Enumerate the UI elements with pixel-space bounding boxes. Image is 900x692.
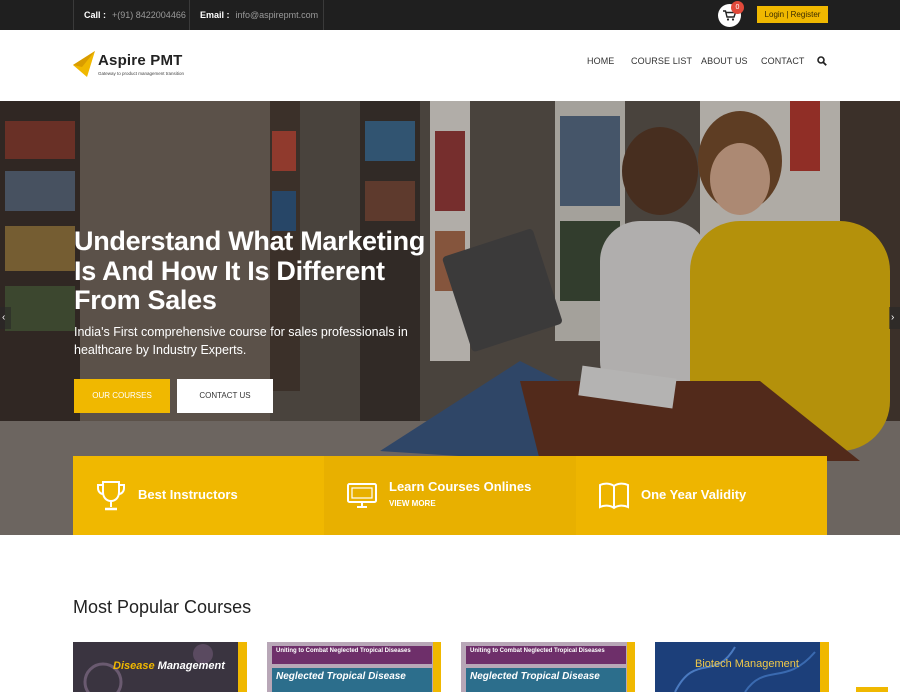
card-accent [820,642,829,692]
nav-home[interactable]: HOME [587,56,614,66]
course-card-disease-management[interactable]: Disease Management [73,642,247,692]
top-bar: Call : +(91) 8422004466 Email : info@aspir… [0,0,900,30]
feature-label: Learn Courses Onlines [389,479,532,494]
feature-label: Best Instructors [138,487,238,502]
hero-title: Understand What Marketing Is And How It … [74,226,426,315]
feature-one-year-validity: One Year Validity [576,456,827,535]
hero-subtitle: India's First comprehensive course for s… [74,325,408,357]
section-title: Most Popular Courses [73,597,252,617]
card-accent [433,642,441,692]
course-card-banner: Uniting to Combat Neglected Tropical Dis… [272,646,432,664]
feature-best-instructors: Best Instructors [73,456,324,535]
card-accent [238,642,247,692]
login-register-button[interactable]: Login | Register [757,6,828,23]
cart-count-badge: 0 [731,1,744,14]
course-card-banner: Uniting to Combat Neglected Tropical Dis… [466,646,626,664]
phone-info: Call : +(91) 8422004466 [73,0,190,30]
view-more-link[interactable]: VIEW MORE [389,499,436,508]
slider-prev-button[interactable]: ‹ [0,307,11,329]
nav-about-us[interactable]: ABOUT US [701,56,748,66]
course-card-title: Biotech Management [695,658,799,670]
card-accent [627,642,635,692]
course-title-part: Management [157,660,225,672]
feature-label: One Year Validity [641,487,747,502]
call-label: Call : [84,10,107,20]
chevron-left-icon: ‹ [2,312,6,323]
trophy-icon [97,481,125,511]
logo-tagline: Gateway to product management transition [98,71,185,76]
course-card-title-band: Neglected Tropical Disease [466,668,626,692]
course-card-biotech-management[interactable]: Biotech Management [655,642,829,692]
contact-us-button[interactable]: CONTACT US [177,379,273,413]
logo-name[interactable]: Aspire PMT [98,52,183,69]
chevron-right-icon: › [891,312,895,323]
book-icon [599,482,629,510]
course-title-part: Disease [113,660,155,672]
course-card-neglected-tropical-disease-2[interactable]: Uniting to Combat Neglected Tropical Dis… [461,642,635,692]
our-courses-button[interactable]: OUR COURSES [74,379,170,413]
search-icon[interactable] [817,56,827,66]
phone-number[interactable]: +(91) 8422004466 [112,10,186,20]
course-card-title: Neglected Tropical Disease [470,671,600,682]
email-address[interactable]: info@aspirepmt.com [236,10,319,20]
course-card-title-band: Neglected Tropical Disease [272,668,432,692]
feature-learn-online[interactable]: Learn Courses Onlines VIEW MORE [324,456,576,535]
course-card-title: Disease Management [113,660,225,672]
nav-contact[interactable]: CONTACT [761,56,805,66]
slider-next-button[interactable]: › [889,307,900,329]
monitor-icon [347,483,377,508]
scroll-to-top-button[interactable] [856,687,888,692]
email-label: Email : [200,10,230,20]
email-info: Email : info@aspirepmt.com [190,0,324,30]
nav-course-list[interactable]: COURSE LIST [631,56,692,66]
logo-icon[interactable] [73,51,95,77]
course-card-neglected-tropical-disease[interactable]: Uniting to Combat Neglected Tropical Dis… [267,642,441,692]
course-card-title: Neglected Tropical Disease [276,671,406,682]
